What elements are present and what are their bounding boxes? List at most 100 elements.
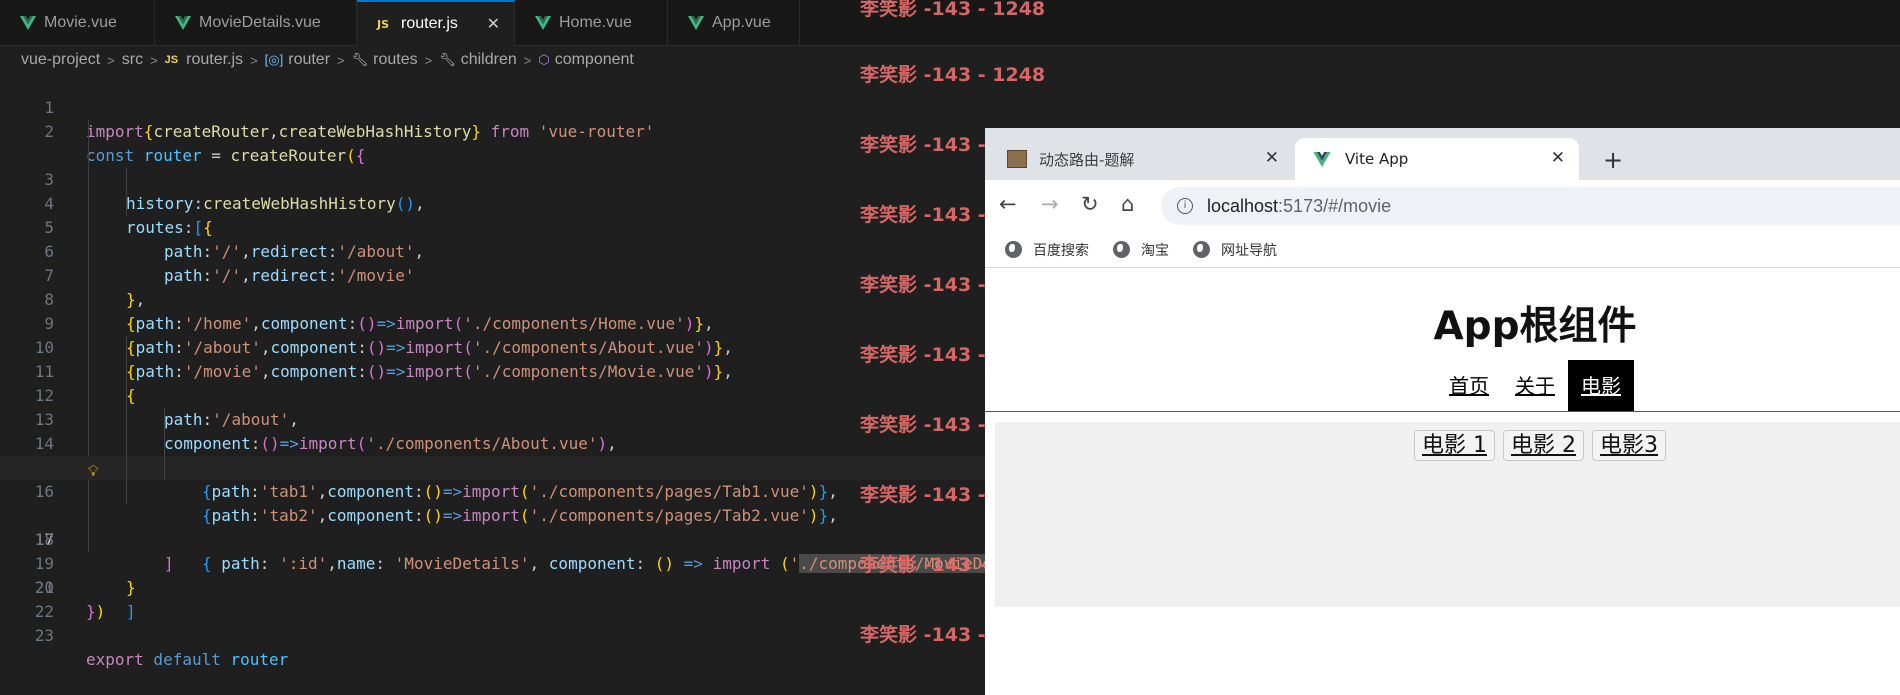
divider <box>985 411 1900 412</box>
nav-link-movie[interactable]: 电影 <box>1568 360 1634 412</box>
forward-arrow-icon[interactable]: → <box>1041 192 1059 216</box>
browser-tab-label: Vite App <box>1345 150 1409 168</box>
movie-view: 电影 1 电影 2 电影3 <box>995 422 1900 607</box>
tab-movie-vue[interactable]: Movie.vue <box>0 0 155 46</box>
js-file-icon: JS <box>164 54 179 66</box>
nav-link-home[interactable]: 首页 <box>1436 360 1502 412</box>
tab-label: router.js <box>401 15 458 32</box>
app-nav: 首页 关于 电影 <box>985 360 1900 412</box>
tab-label: App.vue <box>712 14 771 31</box>
code-line: 23 export default router <box>0 600 985 669</box>
info-icon[interactable]: i <box>1177 198 1193 214</box>
reload-icon[interactable]: ↻ <box>1081 192 1099 216</box>
wrench-icon: 🔧︎ <box>439 52 456 67</box>
code-line: 19 } <box>0 504 985 597</box>
code-line: 9 {path:'/about',component:()=>import('.… <box>0 264 985 357</box>
code-line: 21 }) <box>0 552 985 621</box>
bookmark-taobao[interactable]: 淘宝 <box>1113 240 1169 260</box>
browser-toolbar: ← → ↻ ⌂ i localhost:5173/#/movie <box>985 180 1900 232</box>
bookmark-label: 网址导航 <box>1221 242 1277 259</box>
vue-favicon-icon <box>1313 151 1331 167</box>
close-icon[interactable]: ✕ <box>1265 148 1279 168</box>
code-line: 10 {path:'/movie',component:()=>import('… <box>0 288 985 381</box>
vue-file-icon <box>535 16 551 30</box>
chevron-right-icon: > <box>523 52 532 68</box>
code-line: 1 import{createRouter,createWebHashHisto… <box>0 72 985 141</box>
page-title: App根组件 <box>1433 304 1637 349</box>
bookmark-label: 淘宝 <box>1141 242 1169 259</box>
bookmark-nav[interactable]: 网址导航 <box>1193 240 1277 260</box>
back-arrow-icon[interactable]: ← <box>999 192 1017 216</box>
movie-link-3[interactable]: 电影3 <box>1592 430 1666 461</box>
vue-file-icon <box>175 16 191 30</box>
code-line: 13 component:()=>import('./components/Ab… <box>0 360 985 453</box>
breadcrumb-item-component[interactable]: component <box>555 51 634 69</box>
vue-file-icon <box>688 16 704 30</box>
breadcrumb-item-children[interactable]: children <box>461 51 517 69</box>
browser-window: 动态路由-题解 ✕ Vite App ✕ + ← → ↻ ⌂ i localho… <box>985 128 1900 695</box>
browser-tab-vite-app[interactable]: Vite App ✕ <box>1295 138 1579 180</box>
chevron-right-icon: > <box>424 52 433 68</box>
breadcrumb: vue-project > src > JS router.js > [◎] r… <box>21 48 634 72</box>
close-icon[interactable]: ✕ <box>487 14 500 34</box>
browser-tab-solution[interactable]: 动态路由-题解 ✕ <box>985 138 1293 180</box>
cube-icon: ⬡ <box>538 52 550 67</box>
code-line: 18 ] <box>0 480 985 573</box>
globe-icon <box>1193 241 1210 258</box>
code-line: 8 {path:'/home',component:()=>import('./… <box>0 240 985 333</box>
url-host: localhost <box>1207 195 1279 216</box>
bookmark-baidu[interactable]: 百度搜索 <box>1005 240 1089 260</box>
watermark-text: 李笑影 -143 - 1248 <box>860 0 1046 20</box>
code-line-current: 💡︎ 17 { path: ':id',name: 'MovieDetails'… <box>0 456 985 573</box>
breadcrumb-item-router[interactable]: router <box>288 51 330 69</box>
code-line: 6 path:'/',redirect:'/movie' <box>0 192 985 285</box>
tab-label: Movie.vue <box>44 14 117 31</box>
new-tab-button[interactable]: + <box>1603 146 1623 174</box>
tab-app-vue[interactable]: App.vue <box>668 0 800 46</box>
tab-home-vue[interactable]: Home.vue <box>515 0 668 46</box>
chevron-right-icon: > <box>250 52 258 68</box>
breadcrumb-item-file[interactable]: router.js <box>186 51 243 69</box>
code-line: 5 path:'/',redirect:'/about', <box>0 168 985 261</box>
wrench-icon: 🔧︎ <box>351 52 369 67</box>
code-line: 22 <box>0 576 985 621</box>
breadcrumb-item-routes[interactable]: routes <box>373 51 417 69</box>
code-line: 2 const router = createRouter({ <box>0 96 985 165</box>
globe-icon <box>1113 241 1130 258</box>
close-icon[interactable]: ✕ <box>1551 148 1565 168</box>
movie-link-1[interactable]: 电影 1 <box>1414 430 1495 461</box>
code-line: 3 history:createWebHashHistory(), <box>0 120 985 213</box>
vue-file-icon <box>20 16 36 30</box>
code-line: 11 { <box>0 312 985 405</box>
bookmarks-bar: 百度搜索 淘宝 网址导航 <box>985 232 1900 268</box>
breadcrumb-item-src[interactable]: src <box>122 51 143 69</box>
code-line: 14 children:[ <box>0 384 985 477</box>
bookmark-label: 百度搜索 <box>1033 242 1089 259</box>
chevron-right-icon: > <box>337 52 345 68</box>
url-path: :5173/#/movie <box>1278 195 1392 216</box>
code-line: 16 {path:'tab2',component:()=>import('./… <box>0 432 985 525</box>
js-file-icon: JS <box>377 17 390 31</box>
code-area[interactable]: 1 import{createRouter,createWebHashHisto… <box>0 72 985 695</box>
browser-tab-label: 动态路由-题解 <box>1039 150 1135 169</box>
home-icon[interactable]: ⌂ <box>1121 192 1134 216</box>
browser-tab-bar: 动态路由-题解 ✕ Vite App ✕ + <box>985 128 1900 180</box>
page-favicon-icon <box>1007 150 1027 168</box>
watermark-text: 李笑影 -143 - 1248 <box>860 64 1046 86</box>
code-line: 20 ] <box>0 528 985 621</box>
chevron-right-icon: > <box>107 52 115 68</box>
code-line: 12 path:'/about', <box>0 336 985 429</box>
movie-link-2[interactable]: 电影 2 <box>1503 430 1584 461</box>
tab-router-js[interactable]: JS router.js ✕ <box>357 0 515 46</box>
variable-icon: [◎] <box>264 52 284 67</box>
globe-icon <box>1005 241 1022 258</box>
breadcrumb-item-project[interactable]: vue-project <box>21 51 100 69</box>
address-bar[interactable]: i localhost:5173/#/movie <box>1161 187 1900 225</box>
web-page: App根组件 首页 关于 电影 电影 1 电影 2 电影3 <box>985 269 1900 695</box>
tab-moviedetails-vue[interactable]: MovieDetails.vue <box>155 0 357 46</box>
nav-link-about[interactable]: 关于 <box>1502 360 1568 412</box>
code-line: 4 routes:[{ <box>0 144 985 237</box>
movie-list: 电影 1 电影 2 电影3 <box>995 422 1900 461</box>
code-line: 15 {path:'tab1',component:()=>import('./… <box>0 408 985 501</box>
line-number: 23 <box>34 626 54 645</box>
